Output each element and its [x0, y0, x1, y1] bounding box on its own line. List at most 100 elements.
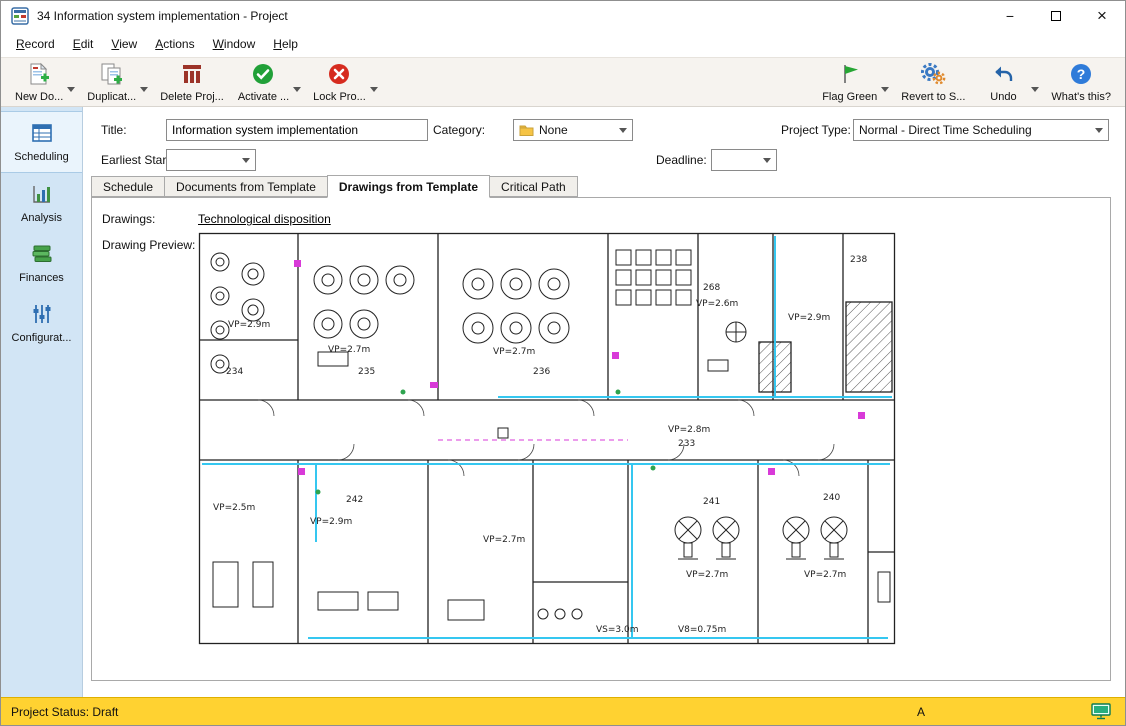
activate-button[interactable]: Activate ...: [234, 59, 293, 105]
drawing-preview-label: Drawing Preview:: [102, 238, 195, 252]
new-document-button[interactable]: New Do...: [11, 59, 67, 105]
menu-edit[interactable]: Edit: [64, 34, 103, 54]
configuration-sliders-icon: [30, 302, 54, 329]
analysis-chart-icon: [30, 182, 54, 209]
drawing-label: VP=2.5m: [213, 503, 255, 513]
project-status-text: Project Status: Draft: [11, 705, 118, 719]
tab-schedule[interactable]: Schedule: [91, 176, 165, 197]
finances-ledgers-icon: [30, 242, 54, 269]
flag-green-dropdown-caret[interactable]: [881, 87, 889, 92]
main-area: Title: Category: None Project Type: Norm…: [83, 107, 1125, 697]
earliest-start-dropdown[interactable]: [166, 149, 256, 171]
green-flag-icon: [838, 62, 862, 89]
drawing-label: VP=2.8m: [668, 425, 710, 435]
sidebar-item-label: Scheduling: [14, 151, 68, 163]
lock-project-dropdown-caret[interactable]: [370, 87, 378, 92]
drawing-label: VP=2.7m: [686, 570, 728, 580]
app-icon: [11, 7, 29, 25]
close-button[interactable]: ×: [1079, 1, 1125, 31]
drawing-label: 242: [346, 495, 363, 505]
maximize-icon: [1051, 11, 1061, 21]
valve-dots: [316, 390, 656, 495]
drawing-link-technological-disposition[interactable]: Technological disposition: [198, 212, 331, 226]
undo-button[interactable]: Undo: [975, 59, 1031, 105]
drawing-label: 234: [226, 367, 243, 377]
drawings-tab-panel: Drawings: Technological disposition Draw…: [91, 197, 1111, 681]
drawing-label: VP=2.9m: [228, 320, 270, 330]
category-dropdown[interactable]: None: [513, 119, 633, 141]
drawing-preview: VP=2.9m 234 VP=2.7m 235 VP=2.7m 236 268 …: [198, 232, 896, 645]
title-input[interactable]: [166, 119, 428, 141]
undo-arrow-icon: [991, 62, 1015, 89]
tab-strip: Schedule Documents from Template Drawing…: [91, 175, 578, 197]
gears-revert-icon: [920, 62, 946, 89]
menu-record[interactable]: Record: [7, 34, 64, 54]
tab-documents-from-template[interactable]: Documents from Template: [164, 176, 328, 197]
delete-project-button[interactable]: Delete Proj...: [156, 59, 228, 105]
drawing-label: 241: [703, 497, 720, 507]
chevron-down-icon: [1095, 128, 1103, 133]
new-document-dropdown-caret[interactable]: [67, 87, 75, 92]
monitor-icon[interactable]: [1091, 703, 1111, 720]
lock-project-label: Lock Pro...: [313, 91, 366, 103]
sidebar-item-label: Configurat...: [12, 332, 72, 344]
project-type-value: Normal - Direct Time Scheduling: [859, 123, 1032, 137]
tab-drawings-from-template[interactable]: Drawings from Template: [327, 175, 490, 198]
ducts: [202, 236, 892, 638]
menu-view[interactable]: View: [102, 34, 146, 54]
whats-this-button[interactable]: ? What's this?: [1047, 59, 1115, 105]
drawing-label: VP=2.7m: [804, 570, 846, 580]
chevron-down-icon: [619, 128, 627, 133]
new-document-icon: [27, 62, 51, 89]
equipment: [211, 250, 890, 620]
menu-help[interactable]: Help: [264, 34, 307, 54]
delete-project-icon: [180, 62, 204, 89]
drawing-label: VP=2.9m: [788, 313, 830, 323]
deadline-label: Deadline:: [656, 153, 707, 167]
duplicate-button[interactable]: Duplicat...: [83, 59, 140, 105]
lock-project-button[interactable]: Lock Pro...: [309, 59, 370, 105]
category-label: Category:: [433, 123, 485, 137]
drawing-labels: VP=2.9m 234 VP=2.7m 235 VP=2.7m 236 268 …: [213, 255, 867, 635]
deadline-dropdown[interactable]: [711, 149, 777, 171]
maximize-button[interactable]: [1033, 1, 1079, 31]
drawing-label: 240: [823, 493, 840, 503]
activate-label: Activate ...: [238, 91, 289, 103]
drawing-label: 235: [358, 367, 375, 377]
toolbar-right-group: Flag Green Revert to S...: [818, 59, 1115, 105]
undo-dropdown-caret[interactable]: [1031, 87, 1039, 92]
window-controls: − ×: [987, 1, 1125, 31]
menu-window[interactable]: Window: [204, 34, 265, 54]
folder-icon: [519, 124, 534, 136]
toolbar: New Do... Duplicat...: [1, 57, 1125, 107]
delete-project-label: Delete Proj...: [160, 91, 224, 103]
earliest-start-label: Earliest Start:: [101, 153, 173, 167]
sidebar-item-analysis[interactable]: Analysis: [1, 173, 82, 233]
help-question-icon: ?: [1069, 62, 1093, 89]
titlebar: 34 Information system implementation - P…: [1, 1, 1125, 31]
tab-critical-path[interactable]: Critical Path: [489, 176, 578, 197]
duplicate-dropdown-caret[interactable]: [140, 87, 148, 92]
project-type-dropdown[interactable]: Normal - Direct Time Scheduling: [853, 119, 1109, 141]
duplicate-label: Duplicat...: [87, 91, 136, 103]
activate-dropdown-caret[interactable]: [293, 87, 301, 92]
new-document-label: New Do...: [15, 91, 63, 103]
sidebar: Scheduling Analysis Finances: [1, 107, 83, 697]
menu-actions[interactable]: Actions: [146, 34, 203, 54]
activate-check-icon: [251, 62, 275, 89]
revert-to-saved-button[interactable]: Revert to S...: [897, 59, 969, 105]
sidebar-item-finances[interactable]: Finances: [1, 233, 82, 293]
drawing-label: VP=2.7m: [483, 535, 525, 545]
floor-plan-drawing: VP=2.9m 234 VP=2.7m 235 VP=2.7m 236 268 …: [198, 232, 896, 645]
status-indicator: A: [917, 705, 925, 719]
minimize-button[interactable]: −: [987, 1, 1033, 31]
chevron-down-icon: [763, 158, 771, 163]
sidebar-item-configuration[interactable]: Configurat...: [1, 293, 82, 353]
category-value: None: [539, 123, 568, 137]
application-window: { "window": { "title": "34 Information s…: [0, 0, 1126, 726]
undo-label: Undo: [990, 91, 1016, 103]
whats-this-label: What's this?: [1051, 91, 1111, 103]
revert-to-saved-label: Revert to S...: [901, 91, 965, 103]
sidebar-item-scheduling[interactable]: Scheduling: [1, 111, 82, 173]
flag-green-button[interactable]: Flag Green: [818, 59, 881, 105]
